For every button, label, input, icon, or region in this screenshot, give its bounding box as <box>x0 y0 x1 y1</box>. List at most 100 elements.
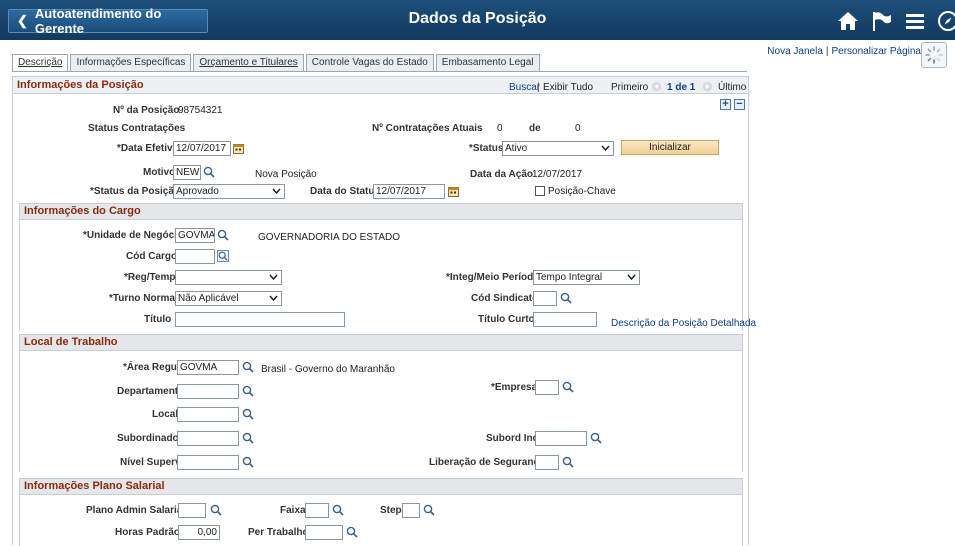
calendar-icon[interactable] <box>448 186 459 197</box>
position-number-value: 98754321 <box>178 105 223 116</box>
detailed-description-link[interactable]: Descrição da Posição Detalhada <box>611 318 756 329</box>
short-title-label: Título Curto <box>478 314 535 325</box>
menu-icon[interactable] <box>903 9 927 33</box>
supervisor-level-input[interactable] <box>177 455 239 470</box>
home-icon[interactable] <box>836 9 860 33</box>
search-icon[interactable] <box>560 292 572 304</box>
reports-to-input[interactable] <box>177 431 239 446</box>
standard-hours-input[interactable]: 0,00 <box>178 525 220 540</box>
tab-controle-vagas[interactable]: Controle Vagas do Estado <box>305 54 434 71</box>
current-hires-value: 0 <box>497 123 503 134</box>
effective-date-input[interactable]: 12/07/2017 <box>173 141 231 156</box>
department-label: Departamento <box>117 386 185 397</box>
page-links: Nova Janela | Personalizar Página <box>767 46 921 57</box>
search-icon[interactable] <box>590 432 602 444</box>
processing-spinner <box>921 42 947 68</box>
reg-temp-label: *Reg/Temp <box>124 272 176 283</box>
grade-input[interactable] <box>305 503 329 518</box>
key-position-label: Posição-Chave <box>548 186 616 197</box>
search-icon[interactable] <box>332 504 344 516</box>
search-icon[interactable] <box>242 408 254 420</box>
business-unit-label: *Unidade de Negócio <box>83 230 184 241</box>
tab-descricao[interactable]: Descrição <box>12 54 69 72</box>
search-icon[interactable] <box>242 361 254 373</box>
search-icon[interactable] <box>210 504 222 516</box>
tab-orcamento-titulares[interactable]: Orçamento e Titulares <box>193 54 304 71</box>
search-icon[interactable] <box>242 432 254 444</box>
nav-separator: | <box>537 82 540 93</box>
location-input[interactable] <box>177 407 239 422</box>
job-info-panel: Informações do Cargo *Unidade de Negócio… <box>19 203 756 331</box>
chevron-down-icon <box>269 274 278 281</box>
business-unit-description: GOVERNADORIA DO ESTADO <box>258 232 401 243</box>
initialize-button[interactable]: Inicializar <box>621 140 719 155</box>
search-icon[interactable] <box>242 456 254 468</box>
search-icon[interactable] <box>242 385 254 397</box>
app-header: ❮ Autoatendimento do Gerente Dados da Po… <box>0 0 955 40</box>
find-link[interactable]: Buscar <box>509 82 540 93</box>
step-input[interactable] <box>402 503 420 518</box>
flag-icon[interactable] <box>870 9 894 33</box>
search-icon[interactable] <box>217 250 229 262</box>
view-all-link[interactable]: Exibir Tudo <box>543 82 593 93</box>
reg-temp-select[interactable] <box>175 270 282 285</box>
full-part-time-select[interactable]: Tempo Integral <box>533 270 640 285</box>
dotted-line-label: Subord Ind <box>486 433 539 444</box>
full-part-time-label: *Integ/Meio Período <box>446 272 540 283</box>
search-icon[interactable] <box>562 381 574 393</box>
regular-shift-label: *Turno Normal <box>109 293 178 304</box>
personalize-page-link[interactable]: Personalizar Página <box>832 46 922 57</box>
company-label: *Empresa <box>491 382 538 393</box>
company-input[interactable] <box>535 380 559 395</box>
hiring-status-label: Status Contratações <box>88 123 186 134</box>
page-tabs: Descrição Informações Específicas Orçame… <box>12 54 542 72</box>
chevron-down-icon <box>601 145 610 152</box>
action-date-label: Data da Ação <box>470 169 533 180</box>
tab-embasamento-legal[interactable]: Embasamento Legal <box>435 54 540 71</box>
position-status-select[interactable]: Aprovado <box>173 184 285 199</box>
regular-shift-select[interactable]: Não Aplicável <box>175 291 282 306</box>
title-label: Título <box>144 314 172 325</box>
chevron-down-icon <box>627 274 636 281</box>
search-icon[interactable] <box>423 504 435 516</box>
max-hires-value: 0 <box>575 123 581 134</box>
search-icon[interactable] <box>217 229 229 241</box>
department-input[interactable] <box>177 384 239 399</box>
work-period-input[interactable] <box>305 525 343 540</box>
add-row-button[interactable]: + <box>720 99 731 110</box>
chevron-down-icon <box>272 188 281 195</box>
title-input[interactable] <box>175 312 345 327</box>
status-select[interactable]: Ativo <box>502 141 614 156</box>
position-number-label: Nº da Posição <box>113 105 180 116</box>
next-icon[interactable] <box>702 81 713 92</box>
union-code-label: Cód Sindicato <box>471 293 539 304</box>
union-code-input[interactable] <box>533 291 557 306</box>
position-status-label: *Status da Posição <box>90 186 181 197</box>
reason-input[interactable]: NEW <box>173 165 201 180</box>
page-title: Dados da Posição <box>408 10 547 27</box>
delete-row-button[interactable]: − <box>734 99 745 110</box>
short-title-input[interactable] <box>533 312 597 327</box>
status-date-input[interactable]: 12/07/2017 <box>373 184 445 199</box>
supervisor-level-label: Nível Superv <box>120 457 181 468</box>
position-panel: Informações da Posição Buscar | Exibir T… <box>12 76 756 546</box>
job-code-input[interactable] <box>175 249 215 264</box>
grade-label: Faixa <box>280 505 306 516</box>
search-icon[interactable] <box>203 166 215 178</box>
search-icon[interactable] <box>562 456 574 468</box>
business-unit-input[interactable]: GOVMA <box>175 228 215 243</box>
work-location-panel: Local de Trabalho *Área Regul GOVMA Bras… <box>19 334 743 472</box>
new-window-link[interactable]: Nova Janela <box>767 46 823 57</box>
reg-region-input[interactable]: GOVMA <box>177 360 239 375</box>
previous-icon[interactable] <box>651 81 662 92</box>
salary-plan-input[interactable] <box>178 503 206 518</box>
location-label: Local <box>152 409 179 420</box>
salary-plan-header: Informações Plano Salarial <box>20 479 742 495</box>
security-clearance-input[interactable] <box>535 455 559 470</box>
compass-icon[interactable] <box>936 9 955 33</box>
calendar-icon[interactable] <box>233 143 244 154</box>
dotted-line-input[interactable] <box>535 431 587 446</box>
tab-informacoes-especificas[interactable]: Informações Específicas <box>70 54 192 71</box>
search-icon[interactable] <box>346 526 358 538</box>
key-position-checkbox[interactable] <box>535 186 545 196</box>
